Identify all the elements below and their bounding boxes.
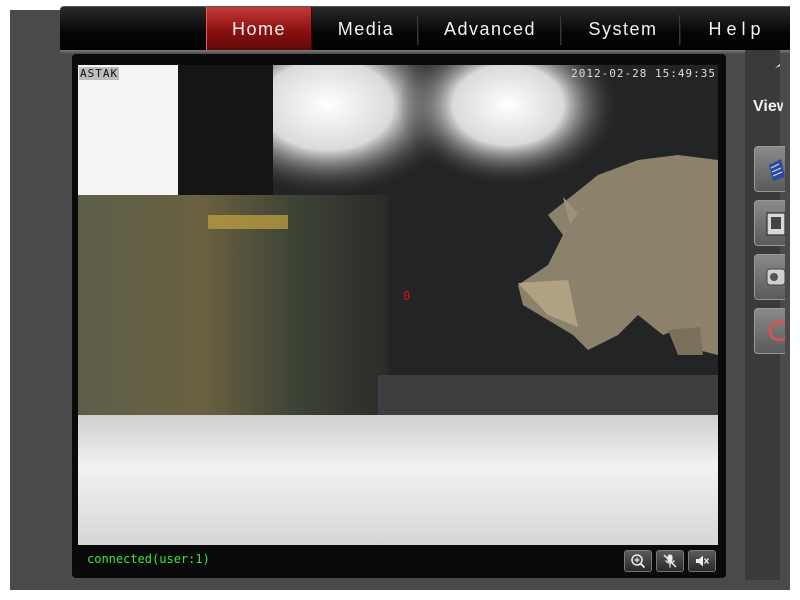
nav-divider <box>560 15 562 45</box>
speaker-button[interactable] <box>688 550 716 572</box>
zoom-button[interactable] <box>624 550 652 572</box>
microphone-mute-icon <box>663 554 677 568</box>
power-icon <box>768 320 785 342</box>
microphone-button[interactable] <box>656 550 684 572</box>
nav-tab-system[interactable]: System <box>565 7 681 51</box>
view-heading: View <box>753 98 783 115</box>
nav-divider <box>679 15 681 45</box>
camera-image <box>78 65 718 545</box>
timestamp-overlay: 2012-02-28 15:49:35 <box>571 67 716 80</box>
nav-divider <box>417 15 419 45</box>
video-clip-icon <box>769 159 785 181</box>
record-button[interactable] <box>754 254 785 300</box>
corner-arrow-icon <box>775 60 785 68</box>
record-icon <box>766 268 785 286</box>
live-video-feed[interactable]: ASTAK 2012-02-28 15:49:35 0 <box>78 65 718 545</box>
camera-name-overlay: ASTAK <box>79 67 120 80</box>
connection-status: connected(user:1) <box>87 552 210 566</box>
snapshot-icon <box>766 212 785 236</box>
top-nav-bar: Home Media Advanced System Help <box>60 6 790 51</box>
crosshair-marker: 0 <box>403 289 411 303</box>
video-clip-button[interactable] <box>754 146 785 192</box>
zoom-in-icon <box>631 554 646 569</box>
nav-tab-home[interactable]: Home <box>206 7 312 51</box>
nav-tab-media[interactable]: Media <box>316 7 416 51</box>
nav-tab-advanced[interactable]: Advanced <box>422 7 558 51</box>
snapshot-button[interactable] <box>754 200 785 246</box>
nav-tab-help[interactable]: Help <box>684 7 790 51</box>
power-button[interactable] <box>754 308 785 354</box>
speaker-mute-icon <box>696 555 710 567</box>
